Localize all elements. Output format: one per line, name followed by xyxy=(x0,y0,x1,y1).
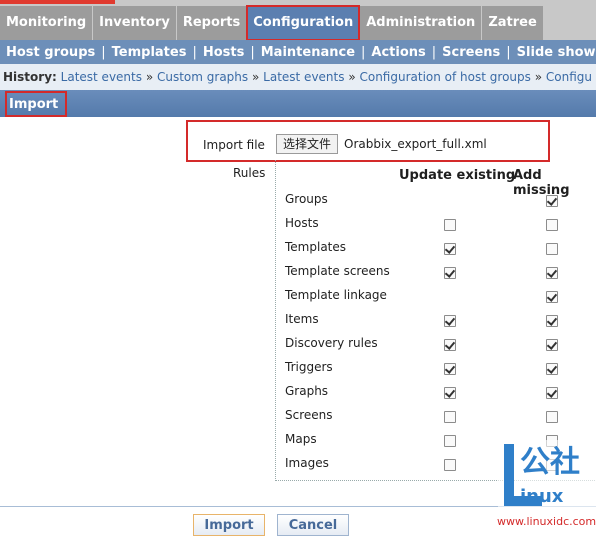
tab-configuration[interactable]: Configuration xyxy=(246,5,361,41)
update-existing-checkbox[interactable] xyxy=(444,363,456,375)
watermark-sub-text: inux xyxy=(520,486,564,507)
add-missing-checkbox[interactable] xyxy=(546,243,558,255)
add-missing-checkbox[interactable] xyxy=(546,363,558,375)
update-existing-checkbox[interactable] xyxy=(444,387,456,399)
update-existing-checkbox[interactable] xyxy=(444,243,456,255)
submenu-actions[interactable]: Actions xyxy=(365,45,431,60)
rule-name: Items xyxy=(285,312,319,326)
rule-name: Graphs xyxy=(285,384,329,398)
history-link[interactable]: Latest events xyxy=(61,70,142,84)
column-update-existing: Update existing xyxy=(399,168,516,183)
add-missing-checkbox[interactable] xyxy=(546,315,558,327)
tab-inventory[interactable]: Inventory xyxy=(93,6,176,40)
update-existing-checkbox[interactable] xyxy=(444,315,456,327)
update-existing-checkbox[interactable] xyxy=(444,267,456,279)
history-link[interactable]: Configu xyxy=(546,70,592,84)
add-missing-checkbox[interactable] xyxy=(546,219,558,231)
import-file-label: Import file xyxy=(203,138,265,152)
update-existing-checkbox[interactable] xyxy=(444,435,456,447)
tab-reports[interactable]: Reports xyxy=(176,6,247,40)
rule-name: Screens xyxy=(285,408,333,422)
history-label: History: xyxy=(3,70,57,84)
tab-administration[interactable]: Administration xyxy=(360,6,482,40)
add-missing-checkbox[interactable] xyxy=(546,339,558,351)
add-missing-checkbox[interactable] xyxy=(546,291,558,303)
submenu-maintenance[interactable]: Maintenance xyxy=(255,45,361,60)
watermark-url: www.linuxidc.com xyxy=(497,515,596,528)
rule-name: Template screens xyxy=(285,264,390,278)
watermark-brand-text: 公社 xyxy=(520,445,580,480)
rule-name: Hosts xyxy=(285,216,319,230)
watermark-logo: 公社 inux xyxy=(498,440,596,512)
rule-name: Groups xyxy=(285,192,328,206)
update-existing-checkbox[interactable] xyxy=(444,411,456,423)
tab-zatree[interactable]: Zatree xyxy=(482,6,543,40)
choose-file-button[interactable]: 选择文件 xyxy=(276,134,338,154)
history-breadcrumb: History: Latest events » Custom graphs »… xyxy=(0,64,596,91)
rule-name: Maps xyxy=(285,432,317,446)
submenu-screens[interactable]: Screens xyxy=(436,45,506,60)
rule-name: Discovery rules xyxy=(285,336,378,350)
sub-menu: Host groups | Templates | Hosts | Maintenan… xyxy=(0,40,596,64)
submenu-slide-shows[interactable]: Slide shows xyxy=(511,45,596,60)
add-missing-checkbox[interactable] xyxy=(546,195,558,207)
history-link[interactable]: Configuration of host groups xyxy=(359,70,530,84)
rule-name: Template linkage xyxy=(285,288,387,302)
section-header xyxy=(0,90,596,117)
selected-file-name: Orabbix_export_full.xml xyxy=(344,137,487,151)
top-accent-line xyxy=(0,0,115,4)
history-separator: » xyxy=(534,70,543,84)
update-existing-checkbox[interactable] xyxy=(444,459,456,471)
import-button[interactable]: Import xyxy=(193,514,265,536)
rule-name: Templates xyxy=(285,240,347,254)
page-title: Import xyxy=(5,91,67,117)
add-missing-checkbox[interactable] xyxy=(546,411,558,423)
history-separator: » xyxy=(251,70,260,84)
column-add-missing: Add missing xyxy=(513,168,570,198)
top-menu: Monitoring Inventory Reports Configurati… xyxy=(0,5,544,41)
history-link[interactable]: Latest events xyxy=(263,70,344,84)
add-missing-checkbox[interactable] xyxy=(546,267,558,279)
update-existing-checkbox[interactable] xyxy=(444,339,456,351)
history-link[interactable]: Custom graphs xyxy=(157,70,248,84)
submenu-templates[interactable]: Templates xyxy=(106,45,193,60)
submenu-host-groups[interactable]: Host groups xyxy=(0,45,101,60)
tab-monitoring[interactable]: Monitoring xyxy=(0,6,93,40)
submenu-hosts[interactable]: Hosts xyxy=(197,45,251,60)
add-missing-checkbox[interactable] xyxy=(546,387,558,399)
cancel-button[interactable]: Cancel xyxy=(277,514,349,536)
update-existing-checkbox[interactable] xyxy=(444,219,456,231)
rule-name: Triggers xyxy=(285,360,333,374)
rule-name: Images xyxy=(285,456,329,470)
history-separator: » xyxy=(348,70,356,84)
history-separator: » xyxy=(145,70,154,84)
rules-label: Rules xyxy=(233,166,266,180)
